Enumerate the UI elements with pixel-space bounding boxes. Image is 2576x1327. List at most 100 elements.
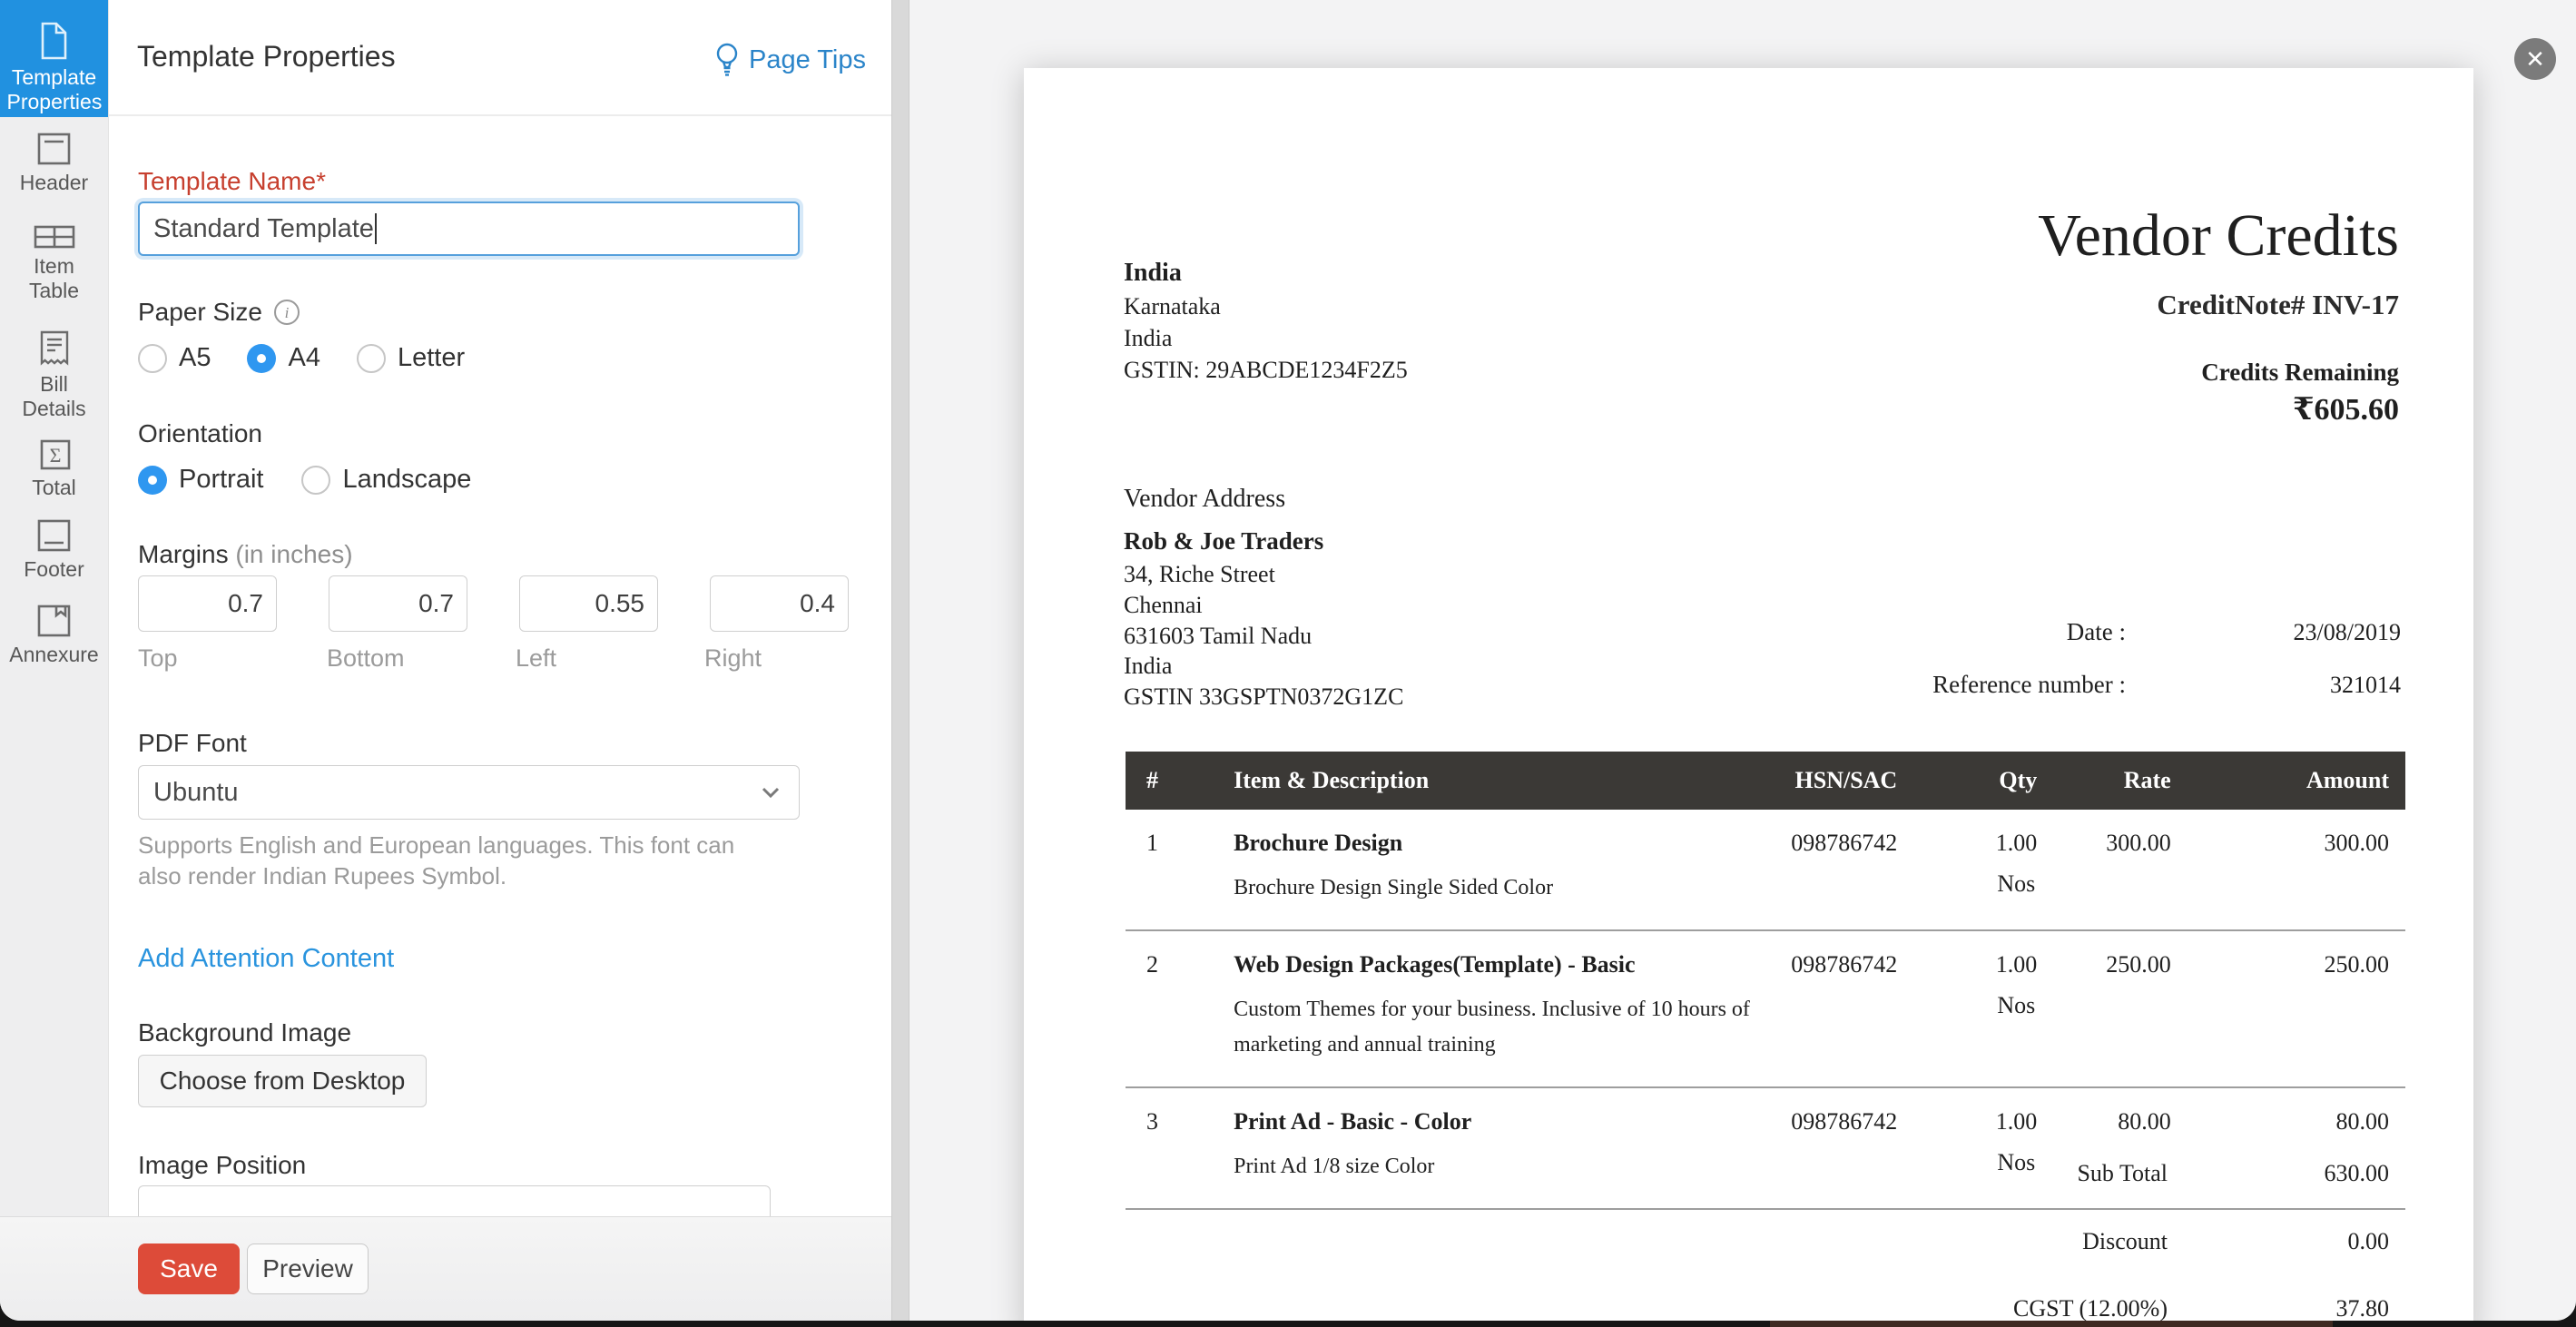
vendor-name: Rob & Joe Traders xyxy=(1124,527,1323,555)
template-properties-icon xyxy=(0,0,108,60)
margin-field-names: Top Bottom Left Right xyxy=(138,644,841,673)
add-attention-content-link[interactable]: Add Attention Content xyxy=(138,944,394,974)
discount-value: 0.00 xyxy=(2348,1228,2390,1255)
pdf-font-select[interactable]: Ubuntu xyxy=(138,765,800,820)
col-header-hsn: HSN/SAC xyxy=(1766,752,1908,810)
image-position-label: Image Position xyxy=(138,1151,306,1180)
vendor-address-line: 631603 Tamil Nadu xyxy=(1124,621,1403,652)
item-unit: Nos xyxy=(1909,1149,2037,1176)
panel-title: Template Properties xyxy=(137,40,396,74)
template-name-label: Template Name* xyxy=(138,167,326,196)
sidebar-item-label: Header xyxy=(7,171,102,195)
panel-body: Template Name* Standard Template Paper S… xyxy=(109,116,891,1216)
item-name: Brochure Design xyxy=(1234,830,1765,857)
sidebar-item-label: Footer xyxy=(7,557,102,582)
sidebar-item-label: Item Table xyxy=(7,254,102,303)
save-button[interactable]: Save xyxy=(138,1243,240,1294)
sidebar-item-footer[interactable]: Footer xyxy=(0,519,108,582)
bill-details-icon xyxy=(0,330,108,367)
vendor-address: 34, Riche Street Chennai 631603 Tamil Na… xyxy=(1124,559,1403,713)
margins-label: Margins (in inches) xyxy=(138,540,353,569)
page-tips-label: Page Tips xyxy=(749,45,866,75)
paper-size-radio-group: A5 A4 Letter xyxy=(138,343,465,373)
credits-remaining-label: Credits Remaining xyxy=(2201,359,2399,387)
radio-letter[interactable]: Letter xyxy=(357,343,465,373)
item-table-icon xyxy=(0,225,108,249)
sidebar-item-annexure[interactable]: Annexure xyxy=(0,605,108,667)
orientation-label: Orientation xyxy=(138,419,262,448)
item-unit: Nos xyxy=(1909,992,2037,1019)
pdf-font-value: Ubuntu xyxy=(153,778,239,808)
item-qty: 1.00 xyxy=(1909,951,2037,978)
choose-from-desktop-button[interactable]: Choose from Desktop xyxy=(138,1055,427,1107)
panel-footer: Save Preview xyxy=(0,1216,891,1321)
item-qty: 1.00 xyxy=(1909,1108,2037,1135)
background-image-label: Background Image xyxy=(138,1018,351,1047)
sidebar-item-label: Bill Details xyxy=(7,372,102,421)
radio-landscape[interactable]: Landscape xyxy=(301,465,471,495)
template-name-input[interactable]: Standard Template xyxy=(138,202,800,256)
vendor-gstin: GSTIN 33GSPTN0372G1ZC xyxy=(1124,682,1403,713)
table-row: 1 Brochure Design Brochure Design Single… xyxy=(1126,810,2405,930)
org-gstin: GSTIN: 29ABCDE1234F2Z5 xyxy=(1124,354,1408,386)
radio-unchecked-icon xyxy=(357,344,386,373)
org-country: India xyxy=(1124,259,1182,288)
sidebar-item-item-table[interactable]: Item Table xyxy=(0,225,108,303)
sidebar-item-header[interactable]: Header xyxy=(0,133,108,195)
document-title: Vendor Credits xyxy=(2038,204,2399,268)
header-icon xyxy=(0,133,108,165)
col-header-item: Item & Description xyxy=(1179,752,1766,810)
sidebar-item-total[interactable]: Σ Total xyxy=(0,439,108,500)
col-header-qty: Qty xyxy=(1908,752,2050,810)
info-icon[interactable]: i xyxy=(273,299,300,326)
item-description: Print Ad 1/8 size Color xyxy=(1234,1149,1765,1184)
col-header-rate: Rate xyxy=(2050,752,2179,810)
radio-portrait[interactable]: Portrait xyxy=(138,465,263,495)
margin-left-input[interactable]: 0.55 xyxy=(519,575,658,632)
radio-a4[interactable]: A4 xyxy=(247,343,320,373)
radio-a5[interactable]: A5 xyxy=(138,343,211,373)
credits-remaining-value: ₹605.60 xyxy=(2293,391,2399,428)
margin-right-input[interactable]: 0.4 xyxy=(710,575,849,632)
radio-checked-icon xyxy=(247,344,276,373)
panel-header: Template Properties Page Tips xyxy=(109,0,891,116)
svg-text:i: i xyxy=(285,304,290,321)
template-properties-panel: Template Properties Page Tips Template N… xyxy=(109,0,891,1321)
sidebar-item-bill-details[interactable]: Bill Details xyxy=(0,330,108,421)
org-address-line: Karnataka xyxy=(1124,290,1408,322)
discount-label: Discount xyxy=(2082,1228,2168,1255)
text-caret xyxy=(375,213,377,244)
reference-number-label: Reference number : xyxy=(1932,671,2126,699)
margin-top-input[interactable]: 0.7 xyxy=(138,575,277,632)
sidebar-item-template-properties[interactable]: Template Properties xyxy=(0,0,108,117)
close-button[interactable]: ✕ xyxy=(2514,38,2556,80)
margin-bottom-input[interactable]: 0.7 xyxy=(329,575,467,632)
org-address: Karnataka India GSTIN: 29ABCDE1234F2Z5 xyxy=(1124,290,1408,386)
sidebar-item-label: Template Properties xyxy=(7,65,102,114)
col-header-num: # xyxy=(1126,752,1179,810)
col-header-amount: Amount xyxy=(2180,752,2405,810)
vendor-address-line: India xyxy=(1124,651,1403,682)
panel-scrollbar[interactable] xyxy=(891,0,909,1321)
footer-icon xyxy=(0,519,108,552)
cgst-value: 37.80 xyxy=(2336,1295,2390,1321)
item-name: Web Design Packages(Template) - Basic xyxy=(1234,951,1765,978)
margin-inputs: 0.7 0.7 0.55 0.4 xyxy=(138,575,849,632)
pdf-font-help: Supports English and European languages.… xyxy=(138,830,773,891)
page-tips-link[interactable]: Page Tips xyxy=(714,42,866,78)
item-unit: Nos xyxy=(1909,870,2037,898)
pdf-preview-area: ✕ India Karnataka India GSTIN: 29ABCDE12… xyxy=(909,0,2576,1321)
orientation-radio-group: Portrait Landscape xyxy=(138,465,471,495)
pdf-font-label: PDF Font xyxy=(138,729,247,758)
image-position-select[interactable] xyxy=(138,1185,771,1216)
date-label: Date : xyxy=(2067,618,2126,646)
reference-number-value: 321014 xyxy=(2330,672,2401,699)
sidebar-item-label: Annexure xyxy=(7,643,102,667)
org-address-line: India xyxy=(1124,322,1408,354)
table-header-row: # Item & Description HSN/SAC Qty Rate Am… xyxy=(1126,752,2405,810)
credit-note-number: CreditNote# INV-17 xyxy=(2157,289,2399,321)
chevron-down-icon xyxy=(757,783,784,801)
item-description: Custom Themes for your business. Inclusi… xyxy=(1234,992,1765,1063)
lightbulb-icon xyxy=(714,42,740,78)
preview-button[interactable]: Preview xyxy=(247,1243,369,1294)
